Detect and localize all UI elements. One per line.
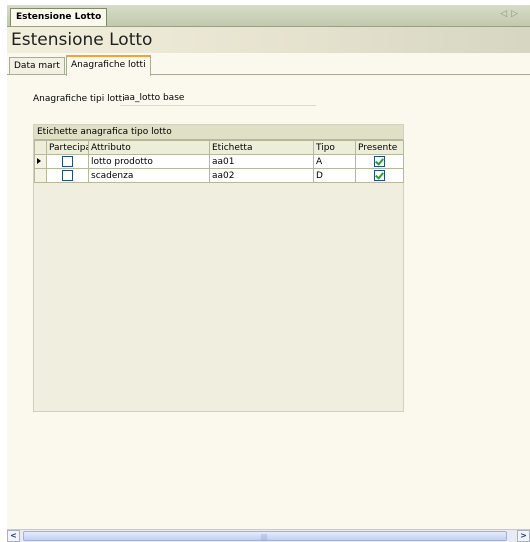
- grid-caption: Etichette anagrafica tipo lotto: [34, 125, 403, 140]
- cell-partecipa: [46, 154, 89, 169]
- partecipa-checkbox[interactable]: [62, 170, 73, 181]
- cell-partecipa: [46, 168, 89, 183]
- cell-etichetta[interactable]: aa01: [209, 154, 314, 169]
- row-selector[interactable]: [34, 168, 47, 183]
- tab-prev-icon[interactable]: ◁: [500, 9, 511, 19]
- horizontal-scrollbar[interactable]: < ||| >: [7, 529, 530, 542]
- title-band: Estensione Lotto: [7, 27, 530, 53]
- cell-tipo[interactable]: A: [313, 154, 356, 169]
- column-header-partecipa[interactable]: Partecipa: [46, 140, 89, 155]
- tab-navigation: ◁▷: [500, 9, 522, 19]
- presente-checkbox[interactable]: [374, 170, 385, 181]
- tab-next-icon[interactable]: ▷: [511, 9, 522, 19]
- cell-etichetta[interactable]: aa02: [209, 168, 314, 183]
- cell-attributo[interactable]: scadenza: [88, 168, 210, 183]
- etichette-grid-panel: Etichette anagrafica tipo lotto Partecip…: [33, 124, 404, 412]
- grid-header-row: Partecipa Attributo Etichetta Tipo Prese…: [34, 140, 404, 155]
- scroll-left-icon[interactable]: <: [7, 530, 20, 542]
- cell-presente: [355, 154, 404, 169]
- presente-checkbox[interactable]: [374, 156, 385, 167]
- column-header-attributo[interactable]: Attributo: [88, 140, 210, 155]
- partecipa-checkbox[interactable]: [62, 156, 73, 167]
- cell-attributo[interactable]: lotto prodotto: [88, 154, 210, 169]
- page-title: Estensione Lotto: [11, 30, 153, 50]
- current-row-icon: [37, 157, 41, 164]
- etichette-grid: Partecipa Attributo Etichetta Tipo Prese…: [34, 140, 404, 183]
- row-selector[interactable]: [34, 154, 47, 169]
- row-selector-header: [34, 140, 47, 155]
- tab-data-mart[interactable]: Data mart: [9, 57, 65, 74]
- anagrafiche-tipi-lotti-field[interactable]: aa_lotto base: [120, 91, 316, 106]
- document-tab-estensione-lotto[interactable]: Estensione Lotto: [10, 8, 108, 26]
- scroll-right-icon[interactable]: >: [517, 530, 530, 542]
- cell-presente: [355, 168, 404, 183]
- scrollbar-thumb[interactable]: |||: [23, 531, 507, 541]
- document-tab-bar: Estensione Lotto ◁▷: [7, 5, 530, 27]
- column-header-tipo[interactable]: Tipo: [313, 140, 356, 155]
- app-window: Estensione Lotto ◁▷ Estensione Lotto Dat…: [7, 5, 530, 542]
- scroll-grip-icon: |||: [261, 534, 268, 541]
- subtab-strip: Data mart Anagrafiche lotti: [7, 55, 530, 76]
- column-header-etichetta[interactable]: Etichetta: [209, 140, 314, 155]
- tab-anagrafiche-lotti[interactable]: Anagrafiche lotti: [66, 55, 151, 76]
- table-row[interactable]: scadenza aa02 D: [34, 168, 404, 183]
- anagrafiche-tipi-lotti-label: Anagrafiche tipi lotti: [33, 94, 125, 104]
- table-row[interactable]: lotto prodotto aa01 A: [34, 154, 404, 169]
- cell-tipo[interactable]: D: [313, 168, 356, 183]
- column-header-presente[interactable]: Presente: [355, 140, 404, 155]
